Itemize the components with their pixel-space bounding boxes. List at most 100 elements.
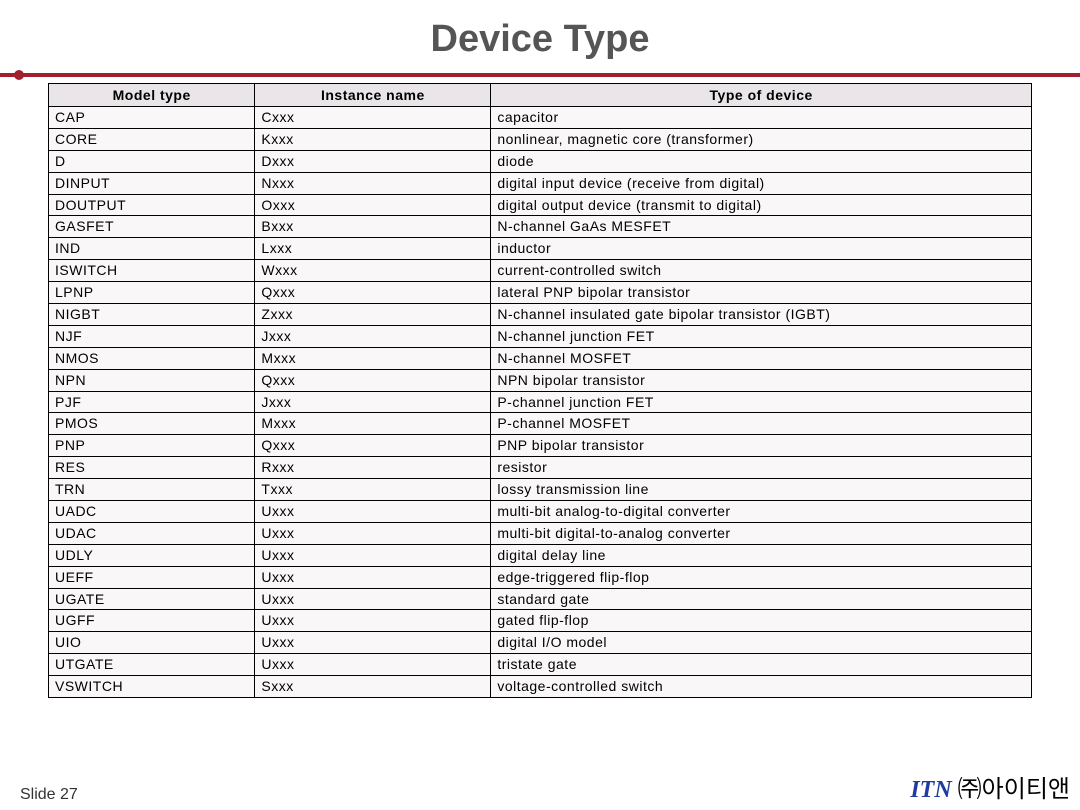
cell-model-type: UGFF bbox=[49, 610, 255, 632]
cell-type-of-device: P-channel junction FET bbox=[491, 391, 1032, 413]
table-row: COREKxxxnonlinear, magnetic core (transf… bbox=[49, 128, 1032, 150]
cell-instance-name: Oxxx bbox=[255, 194, 491, 216]
cell-type-of-device: capacitor bbox=[491, 107, 1032, 129]
table-row: NMOSMxxxN-channel MOSFET bbox=[49, 347, 1032, 369]
cell-instance-name: Jxxx bbox=[255, 391, 491, 413]
cell-instance-name: Uxxx bbox=[255, 566, 491, 588]
table-body: CAPCxxxcapacitorCOREKxxxnonlinear, magne… bbox=[49, 107, 1032, 698]
cell-instance-name: Uxxx bbox=[255, 522, 491, 544]
cell-instance-name: Qxxx bbox=[255, 369, 491, 391]
table-row: PNPQxxxPNP bipolar transistor bbox=[49, 435, 1032, 457]
col-type-of-device: Type of device bbox=[491, 84, 1032, 107]
cell-type-of-device: N-channel MOSFET bbox=[491, 347, 1032, 369]
device-type-table: Model type Instance name Type of device … bbox=[48, 83, 1032, 698]
cell-model-type: RES bbox=[49, 457, 255, 479]
cell-type-of-device: nonlinear, magnetic core (transformer) bbox=[491, 128, 1032, 150]
table-row: DOUTPUTOxxxdigital output device (transm… bbox=[49, 194, 1032, 216]
cell-model-type: UDLY bbox=[49, 544, 255, 566]
cell-instance-name: Qxxx bbox=[255, 435, 491, 457]
cell-type-of-device: PNP bipolar transistor bbox=[491, 435, 1032, 457]
slide-number: Slide 27 bbox=[20, 786, 78, 804]
cell-instance-name: Dxxx bbox=[255, 150, 491, 172]
cell-model-type: VSWITCH bbox=[49, 676, 255, 698]
divider-line bbox=[0, 73, 1080, 77]
cell-model-type: PJF bbox=[49, 391, 255, 413]
table-row: ISWITCHWxxxcurrent-controlled switch bbox=[49, 260, 1032, 282]
cell-model-type: UEFF bbox=[49, 566, 255, 588]
cell-model-type: CAP bbox=[49, 107, 255, 129]
table-row: PMOSMxxxP-channel MOSFET bbox=[49, 413, 1032, 435]
cell-instance-name: Cxxx bbox=[255, 107, 491, 129]
cell-type-of-device: digital output device (transmit to digit… bbox=[491, 194, 1032, 216]
table-row: INDLxxxinductor bbox=[49, 238, 1032, 260]
cell-instance-name: Zxxx bbox=[255, 304, 491, 326]
cell-instance-name: Lxxx bbox=[255, 238, 491, 260]
col-instance-name: Instance name bbox=[255, 84, 491, 107]
cell-instance-name: Rxxx bbox=[255, 457, 491, 479]
cell-instance-name: Qxxx bbox=[255, 282, 491, 304]
cell-type-of-device: P-channel MOSFET bbox=[491, 413, 1032, 435]
table-row: PJFJxxxP-channel junction FET bbox=[49, 391, 1032, 413]
cell-instance-name: Uxxx bbox=[255, 544, 491, 566]
page-title: Device Type bbox=[0, 18, 1080, 61]
table-row: UGATEUxxxstandard gate bbox=[49, 588, 1032, 610]
footer: Slide 27 ITN ㈜아이티앤 bbox=[0, 769, 1080, 804]
cell-type-of-device: lossy transmission line bbox=[491, 479, 1032, 501]
cell-model-type: IND bbox=[49, 238, 255, 260]
table-row: UDLYUxxxdigital delay line bbox=[49, 544, 1032, 566]
table-row: NJFJxxxN-channel junction FET bbox=[49, 325, 1032, 347]
table-container: Model type Instance name Type of device … bbox=[48, 83, 1032, 698]
cell-type-of-device: digital I/O model bbox=[491, 632, 1032, 654]
cell-instance-name: Uxxx bbox=[255, 632, 491, 654]
cell-instance-name: Mxxx bbox=[255, 413, 491, 435]
cell-instance-name: Wxxx bbox=[255, 260, 491, 282]
col-model-type: Model type bbox=[49, 84, 255, 107]
table-row: UDACUxxxmulti-bit digital-to-analog conv… bbox=[49, 522, 1032, 544]
cell-model-type: NMOS bbox=[49, 347, 255, 369]
cell-type-of-device: digital input device (receive from digit… bbox=[491, 172, 1032, 194]
table-row: TRNTxxxlossy transmission line bbox=[49, 479, 1032, 501]
table-row: UIOUxxxdigital I/O model bbox=[49, 632, 1032, 654]
cell-model-type: UIO bbox=[49, 632, 255, 654]
cell-type-of-device: standard gate bbox=[491, 588, 1032, 610]
table-row: UADCUxxxmulti-bit analog-to-digital conv… bbox=[49, 501, 1032, 523]
brand-korean: ㈜아이티앤 bbox=[958, 777, 1070, 803]
cell-instance-name: Uxxx bbox=[255, 654, 491, 676]
cell-type-of-device: edge-triggered flip-flop bbox=[491, 566, 1032, 588]
cell-model-type: D bbox=[49, 150, 255, 172]
cell-model-type: PNP bbox=[49, 435, 255, 457]
cell-model-type: DINPUT bbox=[49, 172, 255, 194]
cell-type-of-device: tristate gate bbox=[491, 654, 1032, 676]
table-row: GASFETBxxxN-channel GaAs MESFET bbox=[49, 216, 1032, 238]
table-row: DDxxxdiode bbox=[49, 150, 1032, 172]
table-row: NPNQxxxNPN bipolar transistor bbox=[49, 369, 1032, 391]
cell-instance-name: Mxxx bbox=[255, 347, 491, 369]
table-row: LPNPQxxxlateral PNP bipolar transistor bbox=[49, 282, 1032, 304]
table-row: UGFFUxxxgated flip-flop bbox=[49, 610, 1032, 632]
table-row: DINPUTNxxxdigital input device (receive … bbox=[49, 172, 1032, 194]
cell-type-of-device: multi-bit digital-to-analog converter bbox=[491, 522, 1032, 544]
cell-type-of-device: voltage-controlled switch bbox=[491, 676, 1032, 698]
cell-type-of-device: resistor bbox=[491, 457, 1032, 479]
table-row: RESRxxxresistor bbox=[49, 457, 1032, 479]
cell-instance-name: Nxxx bbox=[255, 172, 491, 194]
cell-type-of-device: inductor bbox=[491, 238, 1032, 260]
cell-model-type: DOUTPUT bbox=[49, 194, 255, 216]
table-row: CAPCxxxcapacitor bbox=[49, 107, 1032, 129]
title-area: Device Type bbox=[0, 0, 1080, 71]
cell-instance-name: Sxxx bbox=[255, 676, 491, 698]
cell-model-type: PMOS bbox=[49, 413, 255, 435]
cell-type-of-device: N-channel insulated gate bipolar transis… bbox=[491, 304, 1032, 326]
cell-type-of-device: multi-bit analog-to-digital converter bbox=[491, 501, 1032, 523]
cell-instance-name: Uxxx bbox=[255, 610, 491, 632]
cell-type-of-device: N-channel junction FET bbox=[491, 325, 1032, 347]
cell-type-of-device: current-controlled switch bbox=[491, 260, 1032, 282]
table-row: VSWITCHSxxxvoltage-controlled switch bbox=[49, 676, 1032, 698]
cell-type-of-device: N-channel GaAs MESFET bbox=[491, 216, 1032, 238]
table-row: NIGBTZxxxN-channel insulated gate bipola… bbox=[49, 304, 1032, 326]
table-row: UTGATEUxxxtristate gate bbox=[49, 654, 1032, 676]
cell-type-of-device: diode bbox=[491, 150, 1032, 172]
cell-model-type: UDAC bbox=[49, 522, 255, 544]
cell-model-type: GASFET bbox=[49, 216, 255, 238]
divider-dot-icon bbox=[14, 70, 24, 80]
